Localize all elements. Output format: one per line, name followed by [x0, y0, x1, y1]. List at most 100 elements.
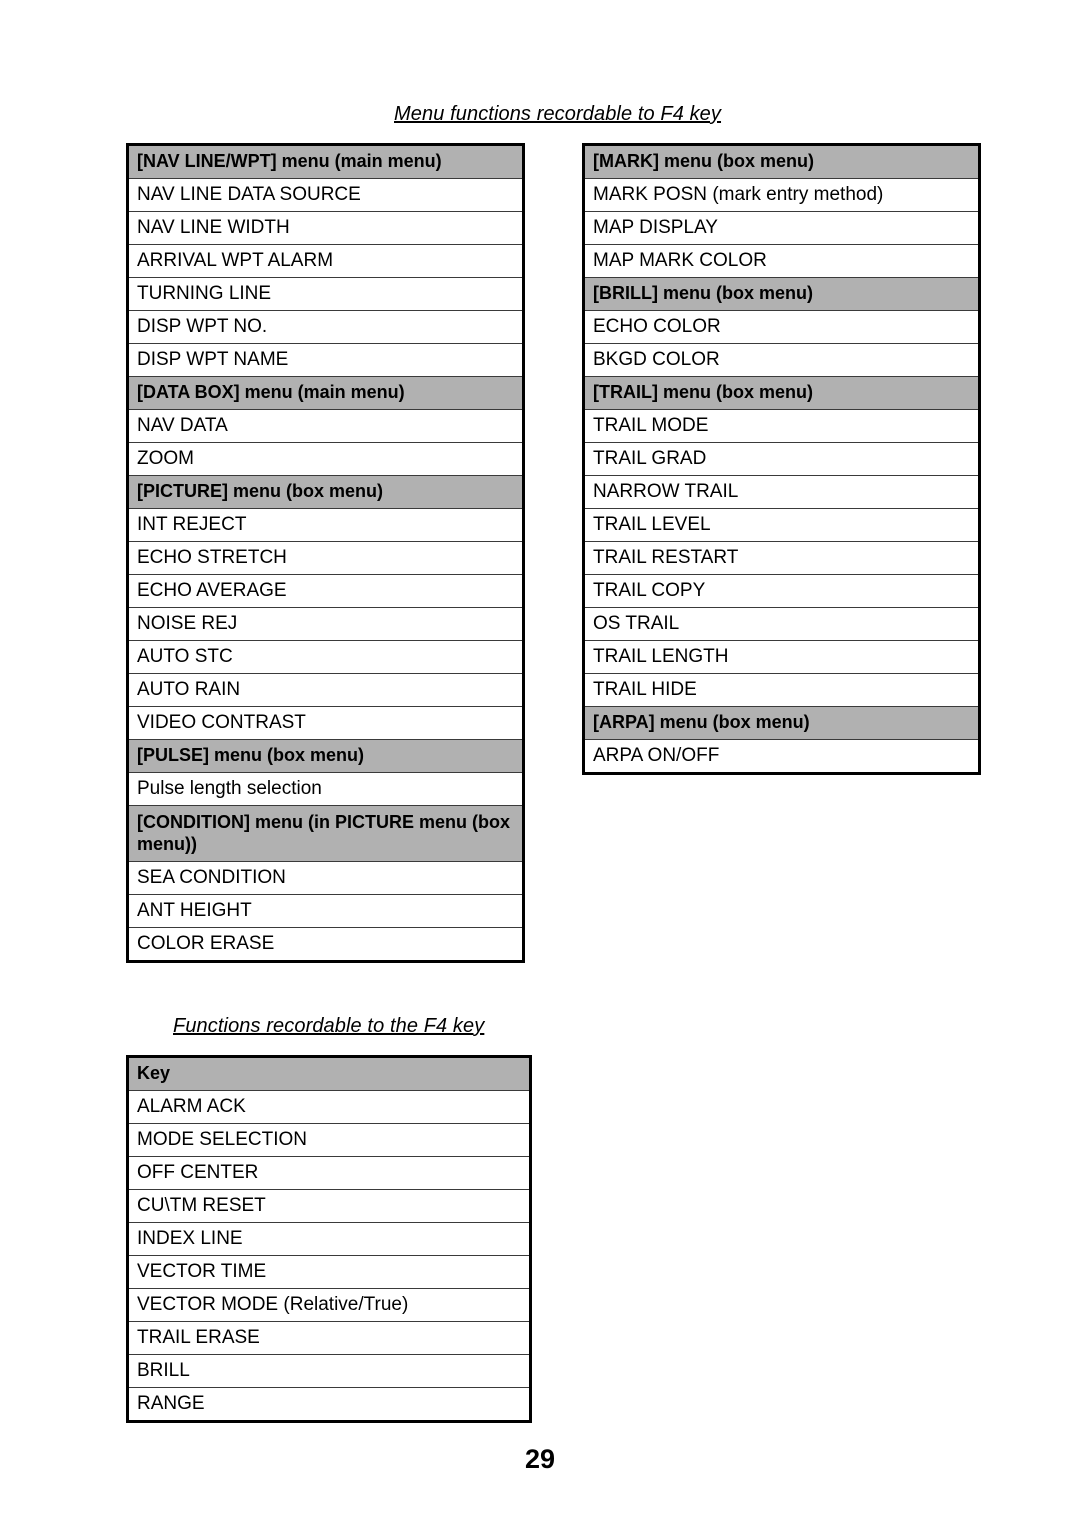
- menu-left-row: ECHO AVERAGE: [129, 575, 522, 608]
- key-label: TRAIL ERASE: [137, 1327, 260, 1348]
- key-label: RANGE: [137, 1393, 205, 1414]
- menu-left-label: AUTO STC: [137, 646, 233, 667]
- menu-right-label: TRAIL LENGTH: [593, 646, 729, 667]
- menu-left-label: ANT HEIGHT: [137, 900, 252, 921]
- menu-left-label: [NAV LINE/WPT] menu (main menu): [137, 151, 442, 171]
- menu-left-row: DISP WPT NO.: [129, 311, 522, 344]
- menu-right-label: NARROW TRAIL: [593, 481, 739, 502]
- key-label: OFF CENTER: [137, 1162, 259, 1183]
- menu-left-label: [PICTURE] menu (box menu): [137, 481, 383, 501]
- menu-left-label: [DATA BOX] menu (main menu): [137, 382, 405, 402]
- menu-right-label: OS TRAIL: [593, 613, 680, 634]
- menu-right-row: TRAIL MODE: [585, 410, 978, 443]
- menu-functions-table-right: [MARK] menu (box menu) MARK POSN (mark en…: [582, 143, 981, 775]
- menu-left-group-header: [PICTURE] menu (box menu): [129, 476, 522, 509]
- menu-left-row: NAV LINE WIDTH: [129, 212, 522, 245]
- menu-left-group-header: [CONDITION] menu (in PICTURE menu (box m…: [129, 806, 522, 862]
- menu-left-label: NAV LINE WIDTH: [137, 217, 290, 238]
- section-title-menu-functions: Menu functions recordable to F4 key: [394, 103, 722, 125]
- menu-right-label: MARK POSN: [593, 184, 713, 205]
- menu-left-row: AUTO RAIN: [129, 674, 522, 707]
- menu-right-row: MAP MARK COLOR: [585, 245, 978, 278]
- menu-left-row: COLOR ERASE: [129, 928, 522, 960]
- key-group-header: Key: [129, 1058, 529, 1091]
- menu-left-label: INT REJECT: [137, 514, 247, 535]
- menu-right-label: TRAIL COPY: [593, 580, 706, 601]
- key-label-note: (Relative/True): [283, 1294, 409, 1315]
- menu-right-row: TRAIL GRAD: [585, 443, 978, 476]
- menu-left-label: SEA CONDITION: [137, 867, 286, 888]
- menu-right-label: MAP DISPLAY: [593, 217, 718, 238]
- menu-left-row: ANT HEIGHT: [129, 895, 522, 928]
- menu-left-label: ECHO STRETCH: [137, 547, 287, 568]
- key-label: Key: [137, 1063, 171, 1083]
- document-page: Menu functions recordable to F4 key [NAV…: [0, 0, 1080, 1527]
- key-label: CU\TM RESET: [137, 1195, 266, 1216]
- page-number: 29: [524, 1444, 556, 1474]
- menu-left-group-header: [NAV LINE/WPT] menu (main menu): [129, 146, 522, 179]
- menu-left-label: ARRIVAL WPT ALARM: [137, 250, 334, 271]
- menu-left-row: NAV DATA: [129, 410, 522, 443]
- menu-left-label: NOISE REJ: [137, 613, 238, 634]
- menu-right-row: TRAIL LEVEL: [585, 509, 978, 542]
- menu-right-label: [BRILL] menu (box menu): [593, 283, 813, 303]
- key-row: VECTOR MODE (Relative/True): [129, 1289, 529, 1322]
- menu-right-row: ECHO COLOR: [585, 311, 978, 344]
- menu-right-row: MARK POSN (mark entry method): [585, 179, 978, 212]
- menu-right-label: [ARPA] menu (box menu): [593, 712, 810, 732]
- menu-right-label: [TRAIL] menu (box menu): [593, 382, 813, 402]
- menu-left-row: ECHO STRETCH: [129, 542, 522, 575]
- menu-left-row: AUTO STC: [129, 641, 522, 674]
- menu-right-group-header: [TRAIL] menu (box menu): [585, 377, 978, 410]
- menu-right-row: BKGD COLOR: [585, 344, 978, 377]
- menu-left-group-header: [DATA BOX] menu (main menu): [129, 377, 522, 410]
- menu-right-label: [MARK] menu (box menu): [593, 151, 814, 171]
- menu-left-label: [PULSE] menu (box menu): [137, 745, 365, 765]
- menu-right-row: TRAIL HIDE: [585, 674, 978, 707]
- key-row: ALARM ACK: [129, 1091, 529, 1124]
- menu-left-label: [CONDITION] menu (in PICTURE menu (box m…: [137, 812, 510, 854]
- menu-left-label: ECHO AVERAGE: [137, 580, 287, 601]
- key-row: TRAIL ERASE: [129, 1322, 529, 1355]
- menu-right-label: TRAIL LEVEL: [593, 514, 711, 535]
- menu-right-label: ECHO COLOR: [593, 316, 721, 337]
- menu-left-label: Pulse length selection: [137, 778, 322, 799]
- menu-left-label: TURNING LINE: [137, 283, 272, 304]
- menu-right-row: MAP DISPLAY: [585, 212, 978, 245]
- menu-left-row: ARRIVAL WPT ALARM: [129, 245, 522, 278]
- menu-left-row: INT REJECT: [129, 509, 522, 542]
- menu-left-row: SEA CONDITION: [129, 862, 522, 895]
- menu-left-label: AUTO RAIN: [137, 679, 241, 700]
- key-row: VECTOR TIME: [129, 1256, 529, 1289]
- menu-left-label: ZOOM: [137, 448, 194, 469]
- menu-left-row: VIDEO CONTRAST: [129, 707, 522, 740]
- menu-right-group-header: [BRILL] menu (box menu): [585, 278, 978, 311]
- menu-left-label: DISP WPT NAME: [137, 349, 289, 370]
- key-label: INDEX LINE: [137, 1228, 243, 1249]
- menu-functions-table-left: [NAV LINE/WPT] menu (main menu) NAV LINE …: [126, 143, 525, 963]
- menu-right-label: TRAIL MODE: [593, 415, 709, 436]
- menu-left-row: Pulse length selection: [129, 773, 522, 806]
- menu-right-label: MAP MARK COLOR: [593, 250, 767, 271]
- menu-right-label: BKGD COLOR: [593, 349, 720, 370]
- menu-left-group-header: [PULSE] menu (box menu): [129, 740, 522, 773]
- key-label: MODE SELECTION: [137, 1129, 307, 1150]
- menu-left-row: ZOOM: [129, 443, 522, 476]
- menu-right-label: ARPA ON/OFF: [593, 745, 720, 766]
- menu-right-label: TRAIL RESTART: [593, 547, 739, 568]
- menu-right-group-header: [ARPA] menu (box menu): [585, 707, 978, 740]
- key-label: VECTOR MODE: [137, 1294, 284, 1315]
- key-row: OFF CENTER: [129, 1157, 529, 1190]
- menu-right-row: TRAIL LENGTH: [585, 641, 978, 674]
- key-row: INDEX LINE: [129, 1223, 529, 1256]
- menu-right-label: TRAIL HIDE: [593, 679, 697, 700]
- menu-left-row: NAV LINE DATA SOURCE: [129, 179, 522, 212]
- key-label: BRILL: [137, 1360, 190, 1381]
- menu-right-row: OS TRAIL: [585, 608, 978, 641]
- key-row: MODE SELECTION: [129, 1124, 529, 1157]
- functions-key-table: Key ALARM ACK MODE SELECTION OFF CENTER CU\T…: [126, 1055, 532, 1423]
- key-label: VECTOR TIME: [137, 1261, 267, 1282]
- menu-left-label: NAV LINE DATA SOURCE: [137, 184, 361, 205]
- menu-right-row: TRAIL COPY: [585, 575, 978, 608]
- key-row: CU\TM RESET: [129, 1190, 529, 1223]
